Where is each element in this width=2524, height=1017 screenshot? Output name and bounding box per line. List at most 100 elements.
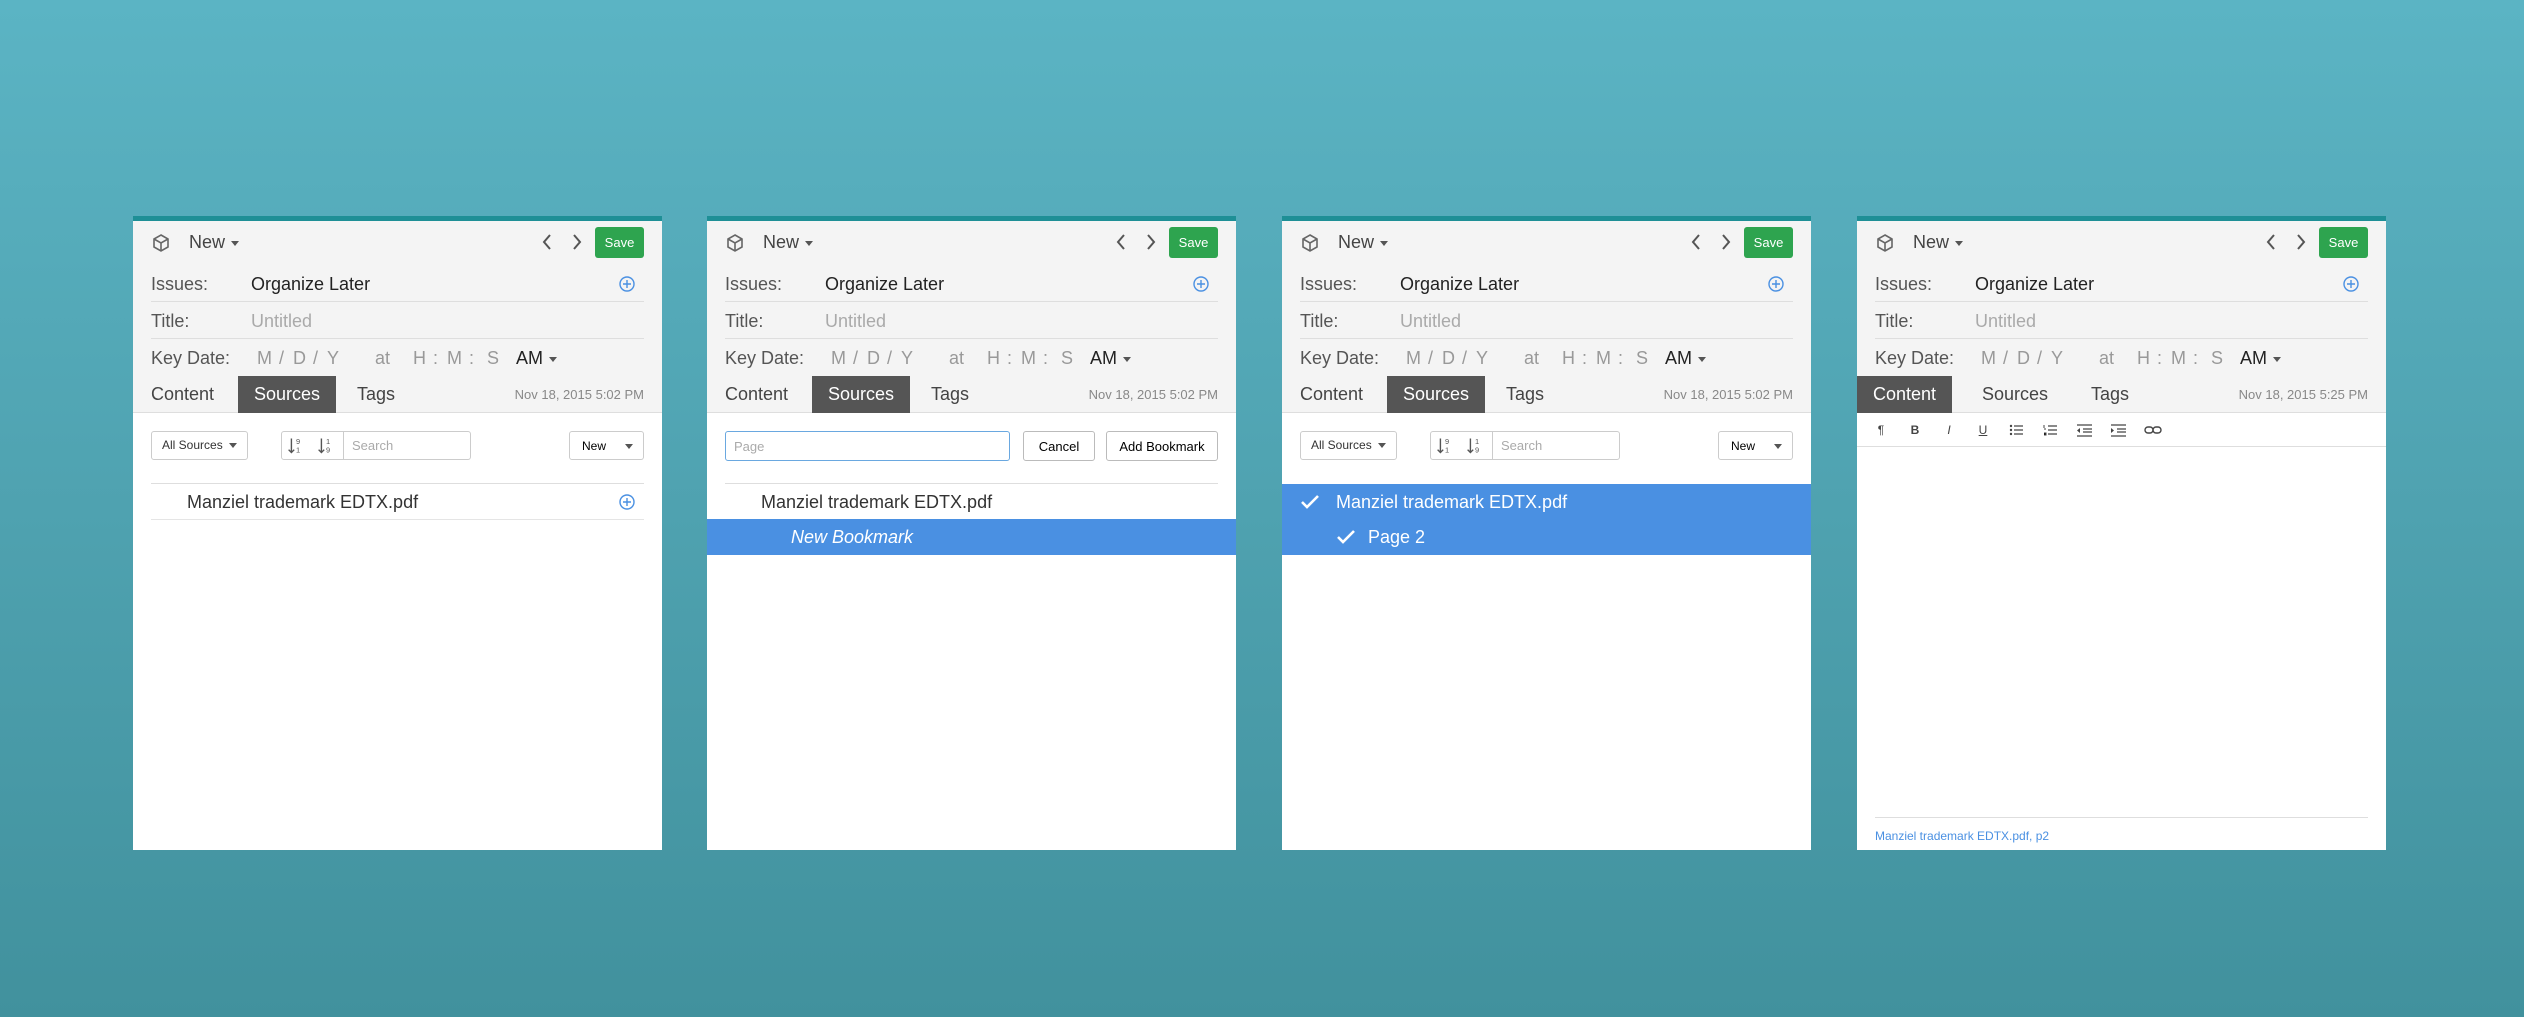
new-source-dropdown[interactable]: [1764, 431, 1793, 460]
plus-circle-icon[interactable]: [1767, 275, 1785, 293]
date-month-field[interactable]: M: [1981, 348, 1996, 369]
plus-circle-icon[interactable]: [618, 275, 636, 293]
box-icon[interactable]: [1875, 233, 1895, 253]
sort-ascending-icon[interactable]: 19: [1430, 431, 1462, 460]
tab-sources[interactable]: Sources: [1966, 376, 2064, 413]
date-year-field[interactable]: Y: [1476, 348, 1488, 369]
time-second-field[interactable]: S: [1636, 348, 1648, 369]
all-sources-dropdown[interactable]: All Sources: [151, 431, 248, 460]
save-button[interactable]: Save: [595, 227, 644, 258]
time-minute-field[interactable]: M: [2171, 348, 2186, 369]
date-day-field[interactable]: D: [1442, 348, 1455, 369]
tab-tags[interactable]: Tags: [1490, 376, 1560, 413]
tab-content[interactable]: Content: [1857, 376, 1953, 413]
time-minute-field[interactable]: M: [447, 348, 462, 369]
title-field[interactable]: Untitled: [1400, 311, 1461, 332]
sort-ascending-icon[interactable]: 19: [281, 431, 313, 460]
save-button[interactable]: Save: [1169, 227, 1218, 258]
sort-descending-icon[interactable]: 19: [312, 431, 344, 460]
bold-button[interactable]: B: [1905, 421, 1925, 439]
date-day-field[interactable]: D: [2017, 348, 2030, 369]
title-field[interactable]: Untitled: [1975, 311, 2036, 332]
new-menu[interactable]: New: [763, 232, 814, 253]
box-icon[interactable]: [725, 233, 745, 253]
source-citation-link[interactable]: Manziel trademark EDTX.pdf, p2: [1875, 829, 2049, 843]
date-month-field[interactable]: M: [831, 348, 846, 369]
ampm-select[interactable]: AM: [2240, 348, 2281, 369]
new-source-dropdown[interactable]: [615, 431, 644, 460]
chevron-right-icon[interactable]: [1716, 231, 1736, 253]
time-second-field[interactable]: S: [2211, 348, 2223, 369]
list-item[interactable]: Manziel trademark EDTX.pdf: [707, 484, 1236, 520]
title-field[interactable]: Untitled: [825, 311, 886, 332]
date-month-field[interactable]: M: [257, 348, 272, 369]
new-source-button[interactable]: New: [569, 431, 620, 460]
list-item[interactable]: New Bookmark: [707, 519, 1236, 555]
list-item[interactable]: Manziel trademark EDTX.pdf: [133, 484, 662, 520]
tab-tags[interactable]: Tags: [915, 376, 985, 413]
search-input[interactable]: [343, 431, 471, 460]
tab-tags[interactable]: Tags: [341, 376, 411, 413]
tab-sources[interactable]: Sources: [238, 376, 337, 413]
new-source-button[interactable]: New: [1718, 431, 1769, 460]
chevron-left-icon[interactable]: [537, 231, 557, 253]
sort-descending-icon[interactable]: 19: [1461, 431, 1493, 460]
cancel-button[interactable]: Cancel: [1023, 431, 1095, 461]
editor-body[interactable]: [1857, 448, 2386, 788]
underline-button[interactable]: U: [1973, 421, 1993, 439]
time-second-field[interactable]: S: [1061, 348, 1073, 369]
tab-tags[interactable]: Tags: [2075, 376, 2145, 413]
date-year-field[interactable]: Y: [2051, 348, 2063, 369]
issues-value[interactable]: Organize Later: [251, 274, 370, 295]
page-input[interactable]: [725, 431, 1010, 461]
paragraph-button[interactable]: ¶: [1871, 421, 1891, 439]
ampm-select[interactable]: AM: [516, 348, 557, 369]
search-input[interactable]: [1492, 431, 1620, 460]
date-day-field[interactable]: D: [293, 348, 306, 369]
all-sources-dropdown[interactable]: All Sources: [1300, 431, 1397, 460]
list-item[interactable]: Page 2: [1282, 519, 1811, 555]
plus-circle-icon[interactable]: [1192, 275, 1210, 293]
ampm-select[interactable]: AM: [1665, 348, 1706, 369]
title-field[interactable]: Untitled: [251, 311, 312, 332]
list-item[interactable]: Manziel trademark EDTX.pdf: [1282, 484, 1811, 520]
date-month-field[interactable]: M: [1406, 348, 1421, 369]
chevron-left-icon[interactable]: [1111, 231, 1131, 253]
plus-circle-icon[interactable]: [2342, 275, 2360, 293]
tab-content[interactable]: Content: [709, 376, 804, 413]
new-menu[interactable]: New: [189, 232, 240, 253]
italic-button[interactable]: I: [1939, 421, 1959, 439]
box-icon[interactable]: [151, 233, 171, 253]
save-button[interactable]: Save: [1744, 227, 1793, 258]
chevron-left-icon[interactable]: [2261, 231, 2281, 253]
issues-value[interactable]: Organize Later: [1400, 274, 1519, 295]
date-day-field[interactable]: D: [867, 348, 880, 369]
numbered-list-icon[interactable]: [2041, 421, 2061, 439]
box-icon[interactable]: [1300, 233, 1320, 253]
date-year-field[interactable]: Y: [327, 348, 339, 369]
time-second-field[interactable]: S: [487, 348, 499, 369]
issues-value[interactable]: Organize Later: [825, 274, 944, 295]
tab-sources[interactable]: Sources: [1387, 376, 1486, 413]
add-bookmark-button[interactable]: Add Bookmark: [1106, 431, 1218, 461]
bullet-list-icon[interactable]: [2007, 421, 2027, 439]
chevron-right-icon[interactable]: [1141, 231, 1161, 253]
chevron-right-icon[interactable]: [2291, 231, 2311, 253]
time-hour-field[interactable]: H: [987, 348, 1000, 369]
chevron-right-icon[interactable]: [567, 231, 587, 253]
time-minute-field[interactable]: M: [1021, 348, 1036, 369]
date-year-field[interactable]: Y: [901, 348, 913, 369]
tab-content[interactable]: Content: [135, 376, 230, 413]
ampm-select[interactable]: AM: [1090, 348, 1131, 369]
save-button[interactable]: Save: [2319, 227, 2368, 258]
new-menu[interactable]: New: [1338, 232, 1389, 253]
time-minute-field[interactable]: M: [1596, 348, 1611, 369]
outdent-icon[interactable]: [2075, 421, 2095, 439]
tab-content[interactable]: Content: [1284, 376, 1379, 413]
new-menu[interactable]: New: [1913, 232, 1964, 253]
link-icon[interactable]: [2143, 421, 2163, 439]
chevron-left-icon[interactable]: [1686, 231, 1706, 253]
plus-circle-icon[interactable]: [618, 493, 636, 511]
time-hour-field[interactable]: H: [1562, 348, 1575, 369]
time-hour-field[interactable]: H: [413, 348, 426, 369]
